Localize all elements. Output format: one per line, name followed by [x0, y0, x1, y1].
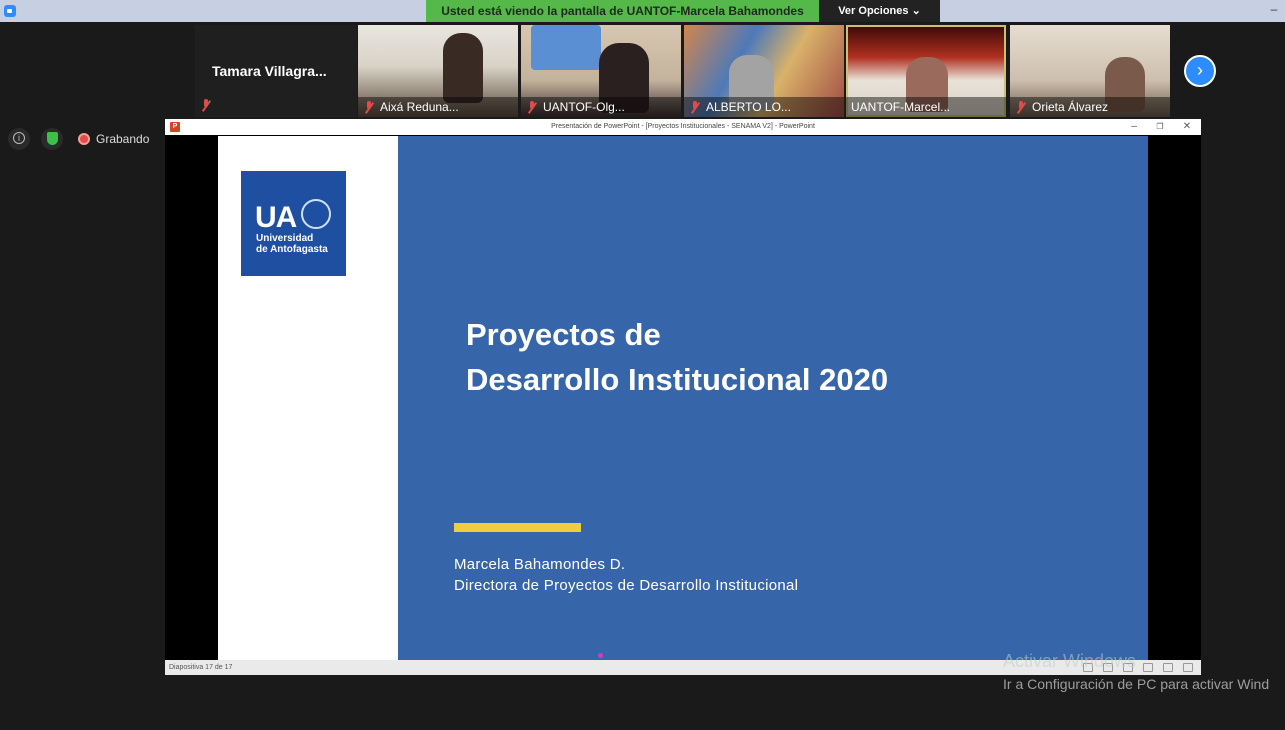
recording-dot-icon: [78, 133, 90, 145]
slide-sorter-icon[interactable]: [1143, 663, 1153, 672]
info-icon: i: [13, 132, 25, 144]
view-options-label: Ver Opciones: [838, 5, 909, 17]
ppt-minimize-button[interactable]: –: [1123, 119, 1145, 135]
slide-title-line-2: Desarrollo Institucional 2020: [466, 362, 889, 397]
mic-muted-icon: [527, 101, 537, 113]
participant-name: Tamara Villagra...: [212, 63, 327, 79]
participant-video: [443, 33, 483, 103]
presenter-info: Marcela Bahamondes D. Directora de Proye…: [454, 554, 798, 596]
participant-name: UANTOF-Marcel...: [846, 97, 1006, 117]
participant-tile-marcela[interactable]: UANTOF-Marcel...: [846, 25, 1006, 117]
mouse-cursor: [598, 653, 603, 658]
screen-share-banner: Usted está viendo la pantalla de UANTOF-…: [426, 0, 819, 22]
logo-letters: UA: [255, 201, 297, 234]
mic-muted-icon: [690, 101, 700, 113]
security-shield-icon[interactable]: [41, 128, 63, 150]
participant-tile-alberto[interactable]: ALBERTO LO...: [684, 25, 844, 117]
participant-name: UANTOF-Olg...: [521, 97, 681, 117]
participant-name: ALBERTO LO...: [684, 97, 844, 117]
participant-video: [531, 25, 601, 70]
logo-line-1: Universidad: [256, 233, 314, 244]
participant-tile-orieta[interactable]: Orieta Álvarez: [1010, 25, 1170, 117]
participant-tile-aixa[interactable]: Aixá Reduna...: [358, 25, 518, 117]
next-participants-button[interactable]: ›: [1184, 55, 1216, 87]
ppt-window-title: Presentación de PowerPoint - [Proyectos …: [551, 123, 815, 130]
university-seal-icon: [301, 199, 331, 229]
minimize-button[interactable]: –: [1267, 2, 1281, 18]
ppt-title-bar: P Presentación de PowerPoint - [Proyecto…: [165, 119, 1201, 135]
ppt-restore-button[interactable]: ❐: [1149, 119, 1171, 135]
participant-tile-olga[interactable]: UANTOF-Olg...: [521, 25, 681, 117]
mic-muted-icon: [201, 99, 211, 111]
presenter-role: Directora de Proyectos de Desarrollo Ins…: [454, 577, 799, 594]
participant-name: Orieta Álvarez: [1010, 97, 1170, 117]
recording-indicator[interactable]: Grabando: [74, 128, 155, 150]
recording-label: Grabando: [96, 132, 150, 146]
slideshow-icon[interactable]: [1183, 663, 1193, 672]
meeting-info-button[interactable]: i: [8, 128, 30, 150]
chevron-down-icon: ⌄: [911, 5, 921, 17]
windows-activation-title: Activar Windows: [1003, 651, 1137, 671]
mic-muted-icon: [1016, 101, 1026, 113]
logo-line-2: de Antofagasta: [256, 244, 328, 255]
accent-bar: [454, 523, 581, 532]
slide-content-panel: Proyectos de Desarrollo Institucional 20…: [398, 136, 1148, 660]
slide-title-line-1: Proyectos de: [466, 317, 661, 352]
slide-title: Proyectos de Desarrollo Institucional 20…: [466, 312, 888, 402]
presenter-name: Marcela Bahamondes D.: [454, 556, 626, 573]
windows-activation-hint: Ir a Configuración de PC para activar Wi…: [1003, 676, 1270, 692]
reading-view-icon[interactable]: [1163, 663, 1173, 672]
shared-powerpoint-window: P Presentación de PowerPoint - [Proyecto…: [165, 119, 1201, 675]
slide: UA Universidad de Antofagasta Proyectos …: [218, 136, 1148, 660]
ppt-close-button[interactable]: ✕: [1176, 119, 1198, 135]
participant-tile-tamara[interactable]: Tamara Villagra...: [195, 25, 357, 117]
university-logo: UA Universidad de Antofagasta: [241, 171, 346, 276]
slide-counter: Diapositiva 17 de 17: [169, 664, 233, 671]
zoom-app-icon: [4, 5, 16, 17]
mic-muted-icon: [364, 101, 374, 113]
participant-name: Aixá Reduna...: [358, 97, 518, 117]
view-options-button[interactable]: Ver Opciones ⌄: [819, 0, 940, 22]
